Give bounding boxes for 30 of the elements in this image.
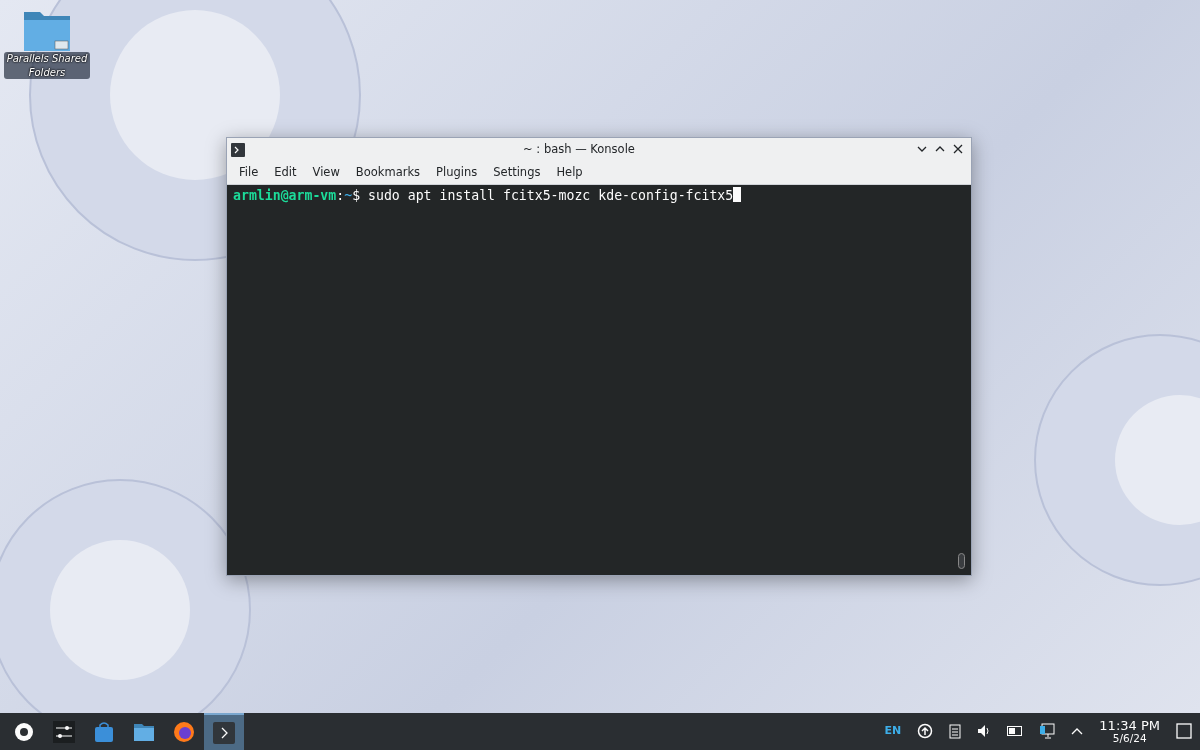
close-icon [953, 144, 963, 155]
network-icon[interactable] [1039, 723, 1056, 740]
taskbar-terminal-button[interactable] [204, 713, 244, 750]
browser-icon [173, 720, 195, 743]
menu-item[interactable]: Edit [266, 163, 305, 182]
show-desktop-icon[interactable] [1176, 723, 1192, 740]
scrollbar-handle[interactable] [958, 553, 965, 569]
menu-item[interactable]: Bookmarks [347, 163, 429, 182]
command-line: armlin@arm-vm:~$ sudo apt install fcitx5-mozc kde-config-fcitx5 [233, 186, 968, 206]
chevron-up-icon[interactable] [1071, 727, 1084, 736]
terminal-area[interactable]: armlin@arm-vm:~$ sudo apt install fcitx5-mozc kde-config-fcitx5 [227, 185, 971, 575]
terminal-icon [213, 721, 235, 744]
menu-item[interactable]: Settings [485, 163, 549, 182]
menu-item[interactable]: Plugins [428, 163, 486, 182]
language-indicator[interactable]: EN [884, 723, 902, 740]
battery-icon[interactable] [1007, 726, 1024, 737]
window-title: ~ : bash — Konsole [523, 141, 635, 156]
clipboard-icon[interactable] [949, 723, 962, 740]
volume-icon[interactable] [977, 724, 992, 739]
sliders-icon [53, 720, 75, 743]
menu-item[interactable]: File [231, 163, 267, 182]
menu-item[interactable]: Help [548, 163, 591, 182]
menu-icon [13, 720, 35, 743]
text-cursor [733, 187, 742, 202]
menu-item[interactable]: View [304, 163, 348, 182]
folder-label: Parallels Shared Folders [4, 52, 90, 79]
terminal-icon [231, 142, 245, 157]
update-icon[interactable] [917, 723, 934, 740]
clock[interactable]: 11:34 PM 5/6/24 [1099, 719, 1160, 744]
shopping-bag-icon [93, 720, 115, 743]
